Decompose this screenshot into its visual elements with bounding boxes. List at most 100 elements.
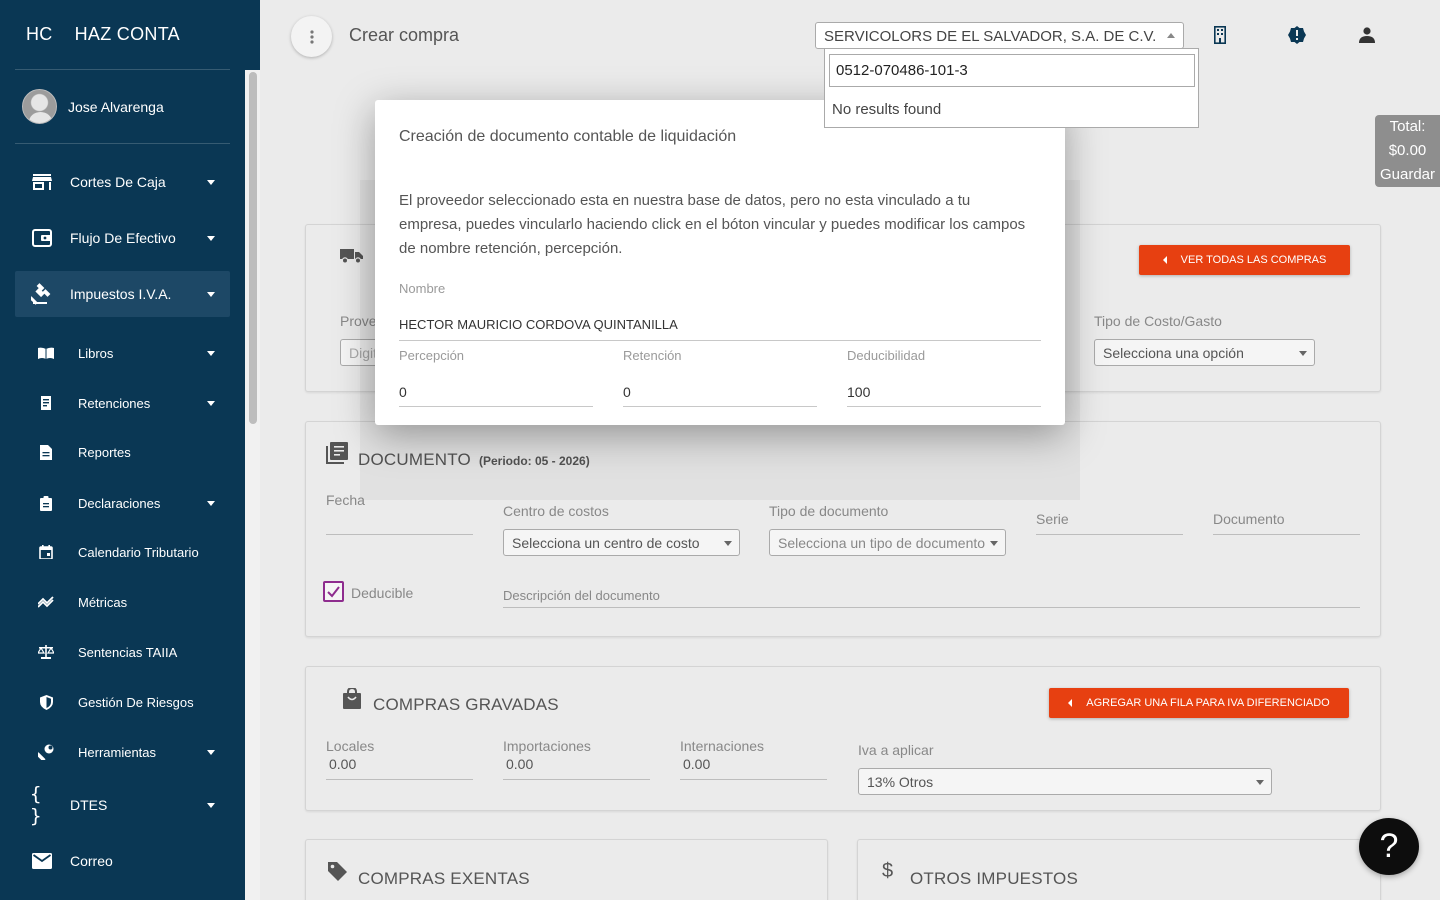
- modal-title: Creación de documento contable de liquid…: [399, 128, 737, 145]
- locales-label: Locales: [326, 738, 375, 754]
- liquidation-document-modal: Creación de documento contable de liquid…: [375, 100, 1065, 425]
- chevron-down-icon: [207, 179, 215, 185]
- brand-name: HAZ CONTA: [74, 24, 180, 44]
- sidebar-subitem-retenciones[interactable]: Retenciones: [15, 385, 230, 421]
- document-number-label: Documento: [1213, 511, 1285, 527]
- doc-type-value: Selecciona un tipo de documento: [778, 535, 986, 551]
- importaciones-label: Importaciones: [503, 738, 591, 754]
- sidebar-item-label: DTES: [70, 797, 108, 813]
- no-results-message: No results found: [832, 101, 942, 118]
- dollar-icon: $: [882, 860, 894, 882]
- library-books-icon: [326, 442, 348, 469]
- sidebar-item-label: Herramientas: [78, 744, 157, 760]
- sidebar-item-label: Cortes De Caja: [70, 174, 166, 190]
- serie-input[interactable]: [1036, 534, 1183, 535]
- receipt-icon: [37, 394, 55, 412]
- retencion-input[interactable]: 0: [623, 384, 631, 400]
- deducibilidad-input[interactable]: 100: [847, 384, 870, 400]
- cost-type-select[interactable]: Selecciona una opción: [1094, 339, 1315, 366]
- deducibilidad-underline: [847, 406, 1041, 407]
- sidebar-subitem-gestion-riesgos[interactable]: Gestión De Riesgos: [15, 684, 230, 720]
- help-button[interactable]: ?: [1359, 818, 1419, 875]
- card-title: COMPRAS EXENTAS: [358, 869, 530, 888]
- locales-input[interactable]: 0.00: [329, 756, 356, 772]
- company-select[interactable]: SERVICOLORS DE EL SALVADOR, S.A. DE C.V.: [815, 22, 1184, 49]
- avatar: [22, 89, 57, 124]
- sidebar-item-flujo-de-efectivo[interactable]: Flujo De Efectivo: [15, 215, 230, 261]
- sidebar-item-label: Correo: [70, 853, 113, 869]
- sidebar-item-correo[interactable]: Correo: [15, 838, 230, 884]
- sidebar-subitem-declaraciones[interactable]: Declaraciones: [15, 485, 230, 521]
- date-input[interactable]: [326, 534, 473, 535]
- deducible-checkbox[interactable]: [323, 581, 344, 602]
- sidebar-item-dtes[interactable]: { } DTES: [15, 782, 230, 828]
- mail-icon: [30, 849, 54, 873]
- save-button[interactable]: Guardar: [1375, 163, 1440, 187]
- building-icon[interactable]: [1210, 25, 1230, 45]
- cost-type-value: Selecciona una opción: [1103, 345, 1244, 361]
- company-search-input[interactable]: 0512-070486-101-3: [829, 54, 1195, 87]
- name-input[interactable]: HECTOR MAURICIO CORDOVA QUINTANILLA: [399, 317, 678, 332]
- sidebar-item-label: Sentencias TAIIA: [78, 644, 178, 660]
- account-icon[interactable]: [1357, 25, 1377, 45]
- add-differentiated-iva-row-button[interactable]: AGREGAR UNA FILA PARA IVA DIFERENCIADO: [1049, 688, 1349, 718]
- internaciones-label: Internaciones: [680, 738, 765, 754]
- sidebar-subitem-metricas[interactable]: Métricas: [15, 584, 230, 620]
- sidebar-scrollbar-thumb[interactable]: [249, 72, 257, 424]
- cost-type-label: Tipo de Costo/Gasto: [1094, 313, 1222, 329]
- button-label: AGREGAR UNA FILA PARA IVA DIFERENCIADO: [1086, 697, 1330, 709]
- alert-badge-icon[interactable]: [1287, 25, 1307, 45]
- percepcion-underline: [399, 406, 593, 407]
- document-number-input[interactable]: [1213, 534, 1360, 535]
- view-all-purchases-button[interactable]: VER TODAS LAS COMPRAS: [1139, 245, 1350, 275]
- sidebar-item-label: Impuestos I.V.A.: [70, 286, 172, 302]
- sidebar-subitem-libros[interactable]: Libros: [15, 335, 230, 371]
- sidebar-subitem-reportes[interactable]: Reportes: [15, 434, 230, 470]
- chevron-down-icon: [207, 235, 215, 241]
- shield-icon: [37, 693, 55, 711]
- locales-underline: [326, 779, 473, 780]
- exempt-purchases-card: COMPRAS EXENTAS: [305, 839, 828, 900]
- user-profile[interactable]: Jose Alvarenga: [22, 89, 164, 124]
- more-options-button[interactable]: [291, 16, 332, 57]
- arrow-left-icon: [1068, 699, 1073, 707]
- sidebar-item-label: Flujo De Efectivo: [70, 230, 176, 246]
- button-label: VER TODAS LAS COMPRAS: [1180, 254, 1327, 266]
- wrench-icon: [37, 743, 55, 761]
- doc-type-select[interactable]: Selecciona un tipo de documento: [769, 529, 1006, 556]
- description-input[interactable]: [503, 607, 1360, 608]
- tag-icon: [328, 862, 347, 886]
- total-save-panel[interactable]: Total: $0.00 Guardar: [1375, 115, 1440, 187]
- sidebar-subitem-calendario[interactable]: Calendario Tributario: [15, 534, 230, 570]
- importaciones-input[interactable]: 0.00: [506, 756, 533, 772]
- description-label: Descripción del documento: [503, 588, 660, 603]
- name-underline: [399, 340, 1041, 341]
- percepcion-input[interactable]: 0: [399, 384, 407, 400]
- company-dropdown: 0512-070486-101-3 No results found: [824, 48, 1199, 128]
- iva-select[interactable]: 13% Otros: [858, 768, 1272, 795]
- sidebar-item-label: Reportes: [78, 444, 131, 460]
- gavel-icon: [30, 282, 54, 306]
- calendar-icon: [37, 543, 55, 561]
- chevron-down-icon: [207, 350, 215, 356]
- sidebar-item-label: Calendario Tributario: [78, 544, 199, 560]
- cost-center-select[interactable]: Selecciona un centro de costo: [503, 529, 740, 556]
- sidebar-item-cortes-de-caja[interactable]: Cortes De Caja: [15, 159, 230, 205]
- more-vert-icon: [309, 29, 314, 44]
- sidebar-item-impuestos-iva[interactable]: Impuestos I.V.A.: [15, 271, 230, 317]
- cost-center-label: Centro de costos: [503, 503, 609, 519]
- name-label: Nombre: [399, 281, 446, 296]
- book-icon: [37, 344, 55, 362]
- sidebar-subitem-herramientas[interactable]: Herramientas: [15, 734, 230, 770]
- clipboard-icon: [37, 494, 55, 512]
- internaciones-input[interactable]: 0.00: [683, 756, 710, 772]
- sidebar-subitem-sentencias[interactable]: Sentencias TAIIA: [15, 634, 230, 670]
- deducibilidad-label: Deducibilidad: [847, 348, 926, 363]
- company-select-value: SERVICOLORS DE EL SALVADOR, S.A. DE C.V.: [824, 28, 1157, 45]
- scale-icon: [37, 643, 55, 661]
- chevron-down-icon: [207, 291, 215, 297]
- divider: [15, 69, 230, 70]
- retencion-label: Retención: [623, 348, 682, 363]
- wallet-icon: [30, 226, 54, 250]
- brand-logo[interactable]: HC HAZ CONTA: [26, 24, 180, 45]
